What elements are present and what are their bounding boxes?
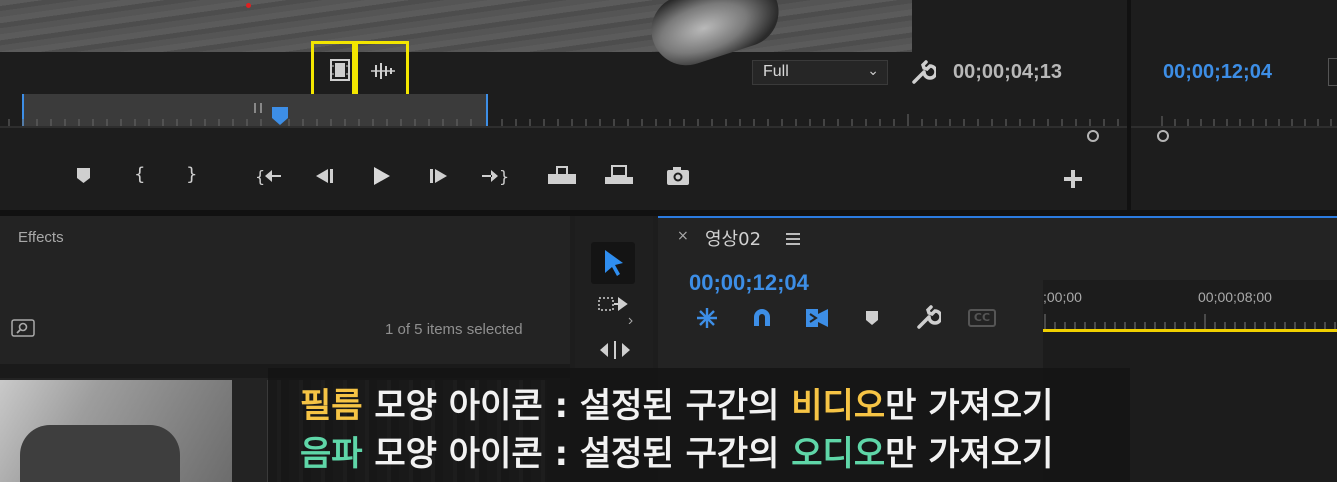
overwrite-icon xyxy=(605,165,633,184)
svg-text:{: { xyxy=(255,167,265,186)
sequence-menu-button[interactable] xyxy=(786,230,800,249)
add-marker-icon xyxy=(77,168,90,183)
timeline-time-ruler xyxy=(1044,314,1336,329)
caption-2-middle: 모양 아이콘 : 설정된 구간의 xyxy=(362,434,792,474)
ripple-edit-icon xyxy=(600,341,630,359)
step-forward-button[interactable] xyxy=(428,166,450,186)
snap-magnet-icon xyxy=(754,309,770,326)
insert-as-nest-button[interactable] xyxy=(694,306,720,334)
items-selected-count: 1 of 5 items selected xyxy=(385,321,523,338)
program-settings-edge xyxy=(1328,58,1337,86)
step-forward-icon xyxy=(430,169,447,183)
close-sequence-tab-button[interactable]: × xyxy=(677,228,689,244)
zoom-level-value: Full xyxy=(763,63,789,80)
hamburger-menu-icon xyxy=(786,233,800,245)
svg-text:}: } xyxy=(499,167,508,186)
search-icon xyxy=(11,319,35,337)
thumbnail-hands-shape xyxy=(20,425,180,482)
effects-panel-title[interactable]: Effects xyxy=(18,229,64,246)
mark-out-button[interactable]: } xyxy=(186,164,197,185)
drag-audio-only-button[interactable] xyxy=(369,60,397,86)
bin-search-button[interactable] xyxy=(11,319,35,341)
subtitle-caption: 필름 모양 아이콘 : 설정된 구간의 비디오만 가져오기 음파 모양 아이콘 … xyxy=(268,368,1130,482)
chevron-down-icon: ⌄ xyxy=(867,62,879,78)
plus-icon xyxy=(1064,170,1082,188)
caption-1-highlight-video: 비디오 xyxy=(791,386,886,426)
button-editor-add-button[interactable] xyxy=(1062,168,1084,190)
work-area-bar[interactable] xyxy=(1043,329,1337,332)
caption-1-highlight-film: 필름 xyxy=(300,386,363,426)
linked-selection-icon xyxy=(806,309,828,327)
caption-1-end: 만 가져오기 xyxy=(885,386,1054,426)
step-back-icon xyxy=(316,169,333,183)
caption-line-2: 음파 모양 아이콘 : 설정된 구간의 오디오만 가져오기 xyxy=(300,426,1053,475)
linked-selection-button[interactable] xyxy=(804,306,830,334)
zoom-level-select[interactable]: Full ⌄ xyxy=(752,60,888,85)
nest-icon xyxy=(697,308,717,328)
wrench-icon xyxy=(912,60,938,84)
go-to-in-icon: { xyxy=(255,167,281,186)
timeline-add-marker-button[interactable] xyxy=(864,309,880,331)
captions-button[interactable]: CC xyxy=(968,309,996,327)
play-button[interactable] xyxy=(370,165,392,187)
caption-2-highlight-wave: 음파 xyxy=(300,434,363,474)
timeline-ruler-label-8s: 00;00;08;00 xyxy=(1198,289,1272,305)
drag-video-only-button[interactable] xyxy=(329,58,351,86)
source-zoom-handle[interactable] xyxy=(1087,130,1099,142)
caption-2-end: 만 가져오기 xyxy=(885,434,1054,474)
program-playhead-timecode[interactable]: 00;00;12;04 xyxy=(1163,61,1272,84)
step-back-button[interactable] xyxy=(313,166,335,186)
insert-button[interactable] xyxy=(546,164,578,186)
play-icon xyxy=(374,167,390,185)
timeline-ruler-label-start: ;00;00 xyxy=(1043,289,1082,305)
ripple-edit-tool-button[interactable] xyxy=(596,338,634,368)
mark-in-button[interactable]: { xyxy=(134,164,145,185)
video-red-dot xyxy=(246,3,251,8)
caption-2-highlight-audio: 오디오 xyxy=(791,434,886,474)
overwrite-button[interactable] xyxy=(603,164,635,186)
export-frame-button[interactable] xyxy=(665,165,691,187)
insert-icon xyxy=(548,166,576,184)
sequence-tab-name[interactable]: 영상02 xyxy=(705,225,761,251)
program-ruler-track xyxy=(1131,126,1337,128)
timeline-playhead-timecode[interactable]: 00;00;12;04 xyxy=(689,270,809,296)
program-zoom-handle[interactable] xyxy=(1157,130,1169,142)
caption-1-middle: 모양 아이콘 : 설정된 구간의 xyxy=(362,386,792,426)
monitor-divider xyxy=(1127,0,1131,210)
snap-button[interactable] xyxy=(750,306,774,334)
add-marker-icon xyxy=(866,311,878,325)
source-ruler-track xyxy=(0,126,1127,128)
mark-in-icon: { xyxy=(134,164,146,185)
go-to-out-icon: } xyxy=(482,167,508,186)
source-playhead-timecode[interactable]: 00;00;04;13 xyxy=(953,61,1062,84)
selection-tool-icon xyxy=(605,250,623,276)
timeline-settings-button[interactable] xyxy=(915,305,943,335)
selection-tool-button[interactable] xyxy=(591,242,635,284)
go-to-out-button[interactable]: } xyxy=(480,166,508,186)
mark-out-icon: } xyxy=(186,164,198,185)
film-strip-icon xyxy=(330,59,350,81)
captions-icon: CC xyxy=(973,311,991,324)
settings-wrench-button[interactable] xyxy=(910,60,938,90)
export-frame-icon xyxy=(667,167,689,185)
add-marker-button[interactable] xyxy=(75,166,93,186)
caption-line-1: 필름 모양 아이콘 : 설정된 구간의 비디오만 가져오기 xyxy=(300,378,1053,427)
track-select-icon xyxy=(598,297,633,325)
waveform-icon xyxy=(371,63,395,79)
track-select-tool-button[interactable] xyxy=(596,292,634,328)
go-to-in-button[interactable]: { xyxy=(255,166,283,186)
wrench-icon xyxy=(917,305,943,329)
